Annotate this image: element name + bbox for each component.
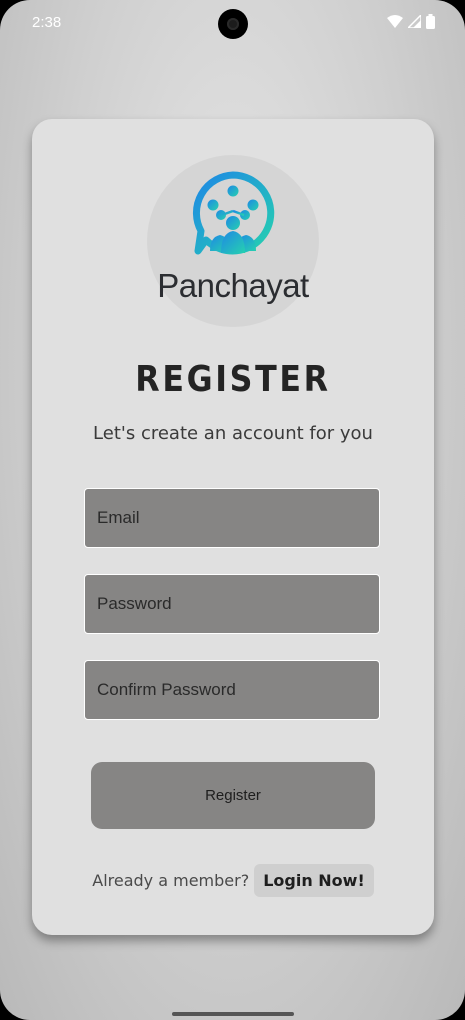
login-prompt-row: Already a member? Login Now! bbox=[32, 864, 434, 897]
cellular-signal-icon bbox=[408, 15, 421, 28]
email-field-container bbox=[84, 488, 380, 548]
register-card: Panchayat REGISTER Let's create an accou… bbox=[32, 119, 434, 935]
battery-icon bbox=[426, 14, 435, 29]
wifi-icon bbox=[387, 15, 403, 28]
panchayat-chat-network-icon bbox=[192, 171, 275, 255]
confirm-password-field[interactable] bbox=[85, 661, 379, 719]
already-member-text: Already a member? bbox=[92, 871, 250, 890]
password-field-container bbox=[84, 574, 380, 634]
status-time: 2:38 bbox=[32, 14, 62, 31]
logo: Panchayat bbox=[147, 155, 319, 327]
logo-wordmark: Panchayat bbox=[157, 267, 309, 304]
login-now-link[interactable]: Login Now! bbox=[254, 864, 374, 897]
front-camera bbox=[218, 9, 248, 39]
page-title: REGISTER bbox=[135, 359, 331, 400]
phone-screen: 2:38 Panchayat REGISTER Let's create an … bbox=[0, 0, 465, 1020]
password-field[interactable] bbox=[85, 575, 379, 633]
register-button[interactable]: Register bbox=[91, 762, 375, 829]
home-indicator[interactable] bbox=[172, 1012, 294, 1016]
email-field[interactable] bbox=[85, 489, 379, 547]
status-icons bbox=[387, 14, 435, 29]
page-subtitle: Let's create an account for you bbox=[93, 423, 373, 444]
confirm-password-field-container bbox=[84, 660, 380, 720]
status-bar: 2:38 bbox=[0, 0, 465, 46]
